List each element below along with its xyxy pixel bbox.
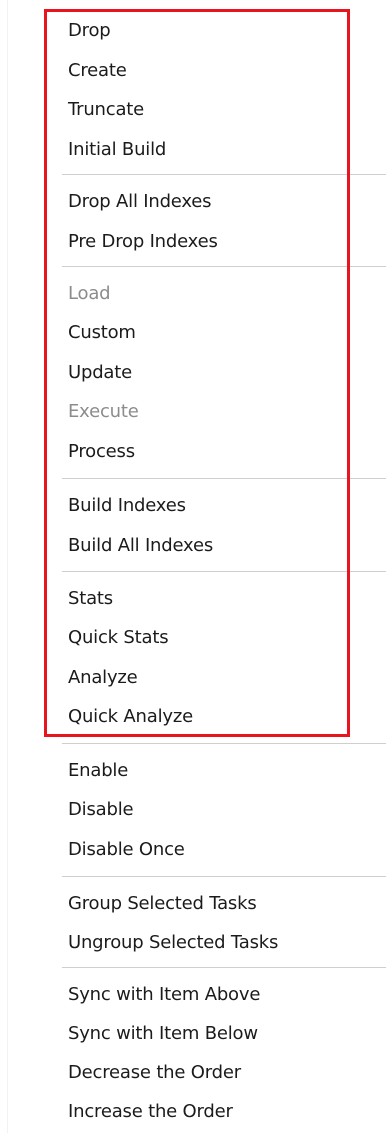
context-menu: Drop Create Truncate Initial Build Drop … xyxy=(0,0,386,1133)
menu-item-process[interactable]: Process xyxy=(68,434,135,470)
menu-item-drop-all-indexes[interactable]: Drop All Indexes xyxy=(68,184,212,220)
menu-item-update[interactable]: Update xyxy=(68,355,132,391)
menu-item-analyze[interactable]: Analyze xyxy=(68,660,138,696)
menu-item-load: Load xyxy=(68,283,111,304)
menu-item-quick-stats[interactable]: Quick Stats xyxy=(68,620,169,656)
menu-item-truncate[interactable]: Truncate xyxy=(68,92,144,128)
menu-item-build-all-indexes[interactable]: Build All Indexes xyxy=(68,528,213,564)
menu-item-pre-drop-indexes[interactable]: Pre Drop Indexes xyxy=(68,224,218,260)
menu-left-edge xyxy=(7,0,8,1133)
menu-separator xyxy=(62,571,386,572)
menu-item-stats[interactable]: Stats xyxy=(68,581,113,617)
menu-separator xyxy=(62,743,386,744)
menu-item-execute: Execute xyxy=(68,401,139,422)
menu-separator xyxy=(62,876,386,877)
menu-item-sync-with-item-below[interactable]: Sync with Item Below xyxy=(68,1016,258,1052)
menu-item-disable-once[interactable]: Disable Once xyxy=(68,832,185,868)
menu-item-disable[interactable]: Disable xyxy=(68,792,134,828)
menu-item-quick-analyze[interactable]: Quick Analyze xyxy=(68,699,193,735)
menu-item-decrease-the-order[interactable]: Decrease the Order xyxy=(68,1055,241,1091)
menu-item-custom[interactable]: Custom xyxy=(68,315,136,351)
menu-item-increase-the-order[interactable]: Increase the Order xyxy=(68,1094,233,1130)
menu-separator xyxy=(62,174,386,175)
menu-item-initial-build[interactable]: Initial Build xyxy=(68,132,166,168)
menu-item-sync-with-item-above[interactable]: Sync with Item Above xyxy=(68,977,260,1013)
menu-separator xyxy=(62,478,386,479)
menu-separator xyxy=(62,967,386,968)
menu-item-build-indexes[interactable]: Build Indexes xyxy=(68,488,186,524)
menu-item-drop[interactable]: Drop xyxy=(68,13,111,49)
menu-separator xyxy=(62,266,386,267)
menu-item-ungroup-selected-tasks[interactable]: Ungroup Selected Tasks xyxy=(68,925,278,961)
menu-item-enable[interactable]: Enable xyxy=(68,753,128,789)
menu-item-group-selected-tasks[interactable]: Group Selected Tasks xyxy=(68,886,257,922)
menu-item-create[interactable]: Create xyxy=(68,53,127,89)
